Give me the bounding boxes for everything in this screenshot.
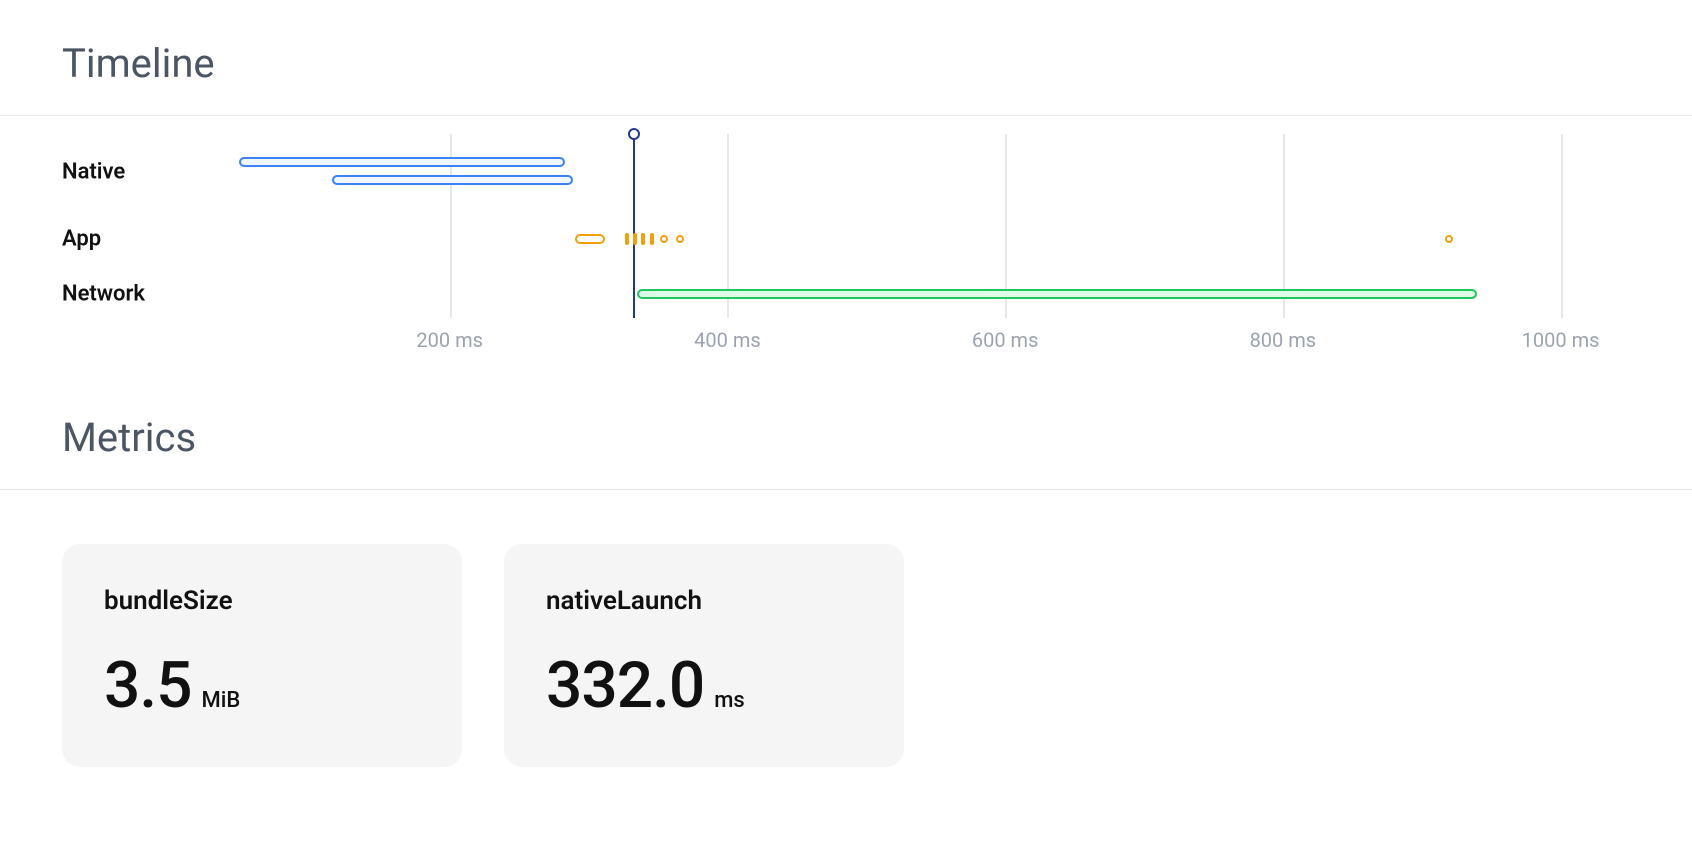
metric-name: bundleSize <box>104 586 420 616</box>
metric-value: 332.0 <box>546 648 704 723</box>
timeline-chart: 200 ms 400 ms 600 ms 800 ms 1000 ms Native App… <box>0 116 1692 374</box>
timeline-point <box>676 235 684 243</box>
metric-name: nativeLaunch <box>546 586 862 616</box>
metric-unit: MiB <box>202 688 241 713</box>
timeline-bar <box>332 175 574 185</box>
x-tick-label: 1000 ms <box>1522 328 1600 352</box>
timeline-row-label: Network <box>62 282 145 307</box>
x-tick-label: 200 ms <box>416 328 483 352</box>
metric-card-bundle-size: bundleSize 3.5 MiB <box>62 544 462 767</box>
marker-line <box>633 134 635 318</box>
timeline-point <box>1445 235 1453 243</box>
timeline-row-label: Native <box>62 160 125 185</box>
gridline <box>1561 134 1563 318</box>
timeline-tick <box>641 233 645 245</box>
timeline-tick <box>650 233 654 245</box>
timeline-point <box>660 235 668 243</box>
timeline-bar <box>239 157 565 167</box>
x-tick-label: 800 ms <box>1250 328 1317 352</box>
timeline-title: Timeline <box>0 0 1692 115</box>
metrics-title: Metrics <box>0 374 1692 489</box>
x-tick-label: 400 ms <box>694 328 761 352</box>
timeline-bar <box>575 234 606 244</box>
x-tick-label: 600 ms <box>972 328 1039 352</box>
timeline-row-label: App <box>62 227 101 252</box>
marker-dot-icon <box>628 128 640 140</box>
metric-card-native-launch: nativeLaunch 332.0 ms <box>504 544 904 767</box>
metrics-grid: bundleSize 3.5 MiB nativeLaunch 332.0 ms <box>0 490 1692 821</box>
timeline-tick <box>625 233 629 245</box>
metric-value: 3.5 <box>104 648 192 723</box>
timeline-bar <box>637 289 1477 299</box>
timeline-tick <box>633 233 637 245</box>
metric-unit: ms <box>714 688 745 713</box>
